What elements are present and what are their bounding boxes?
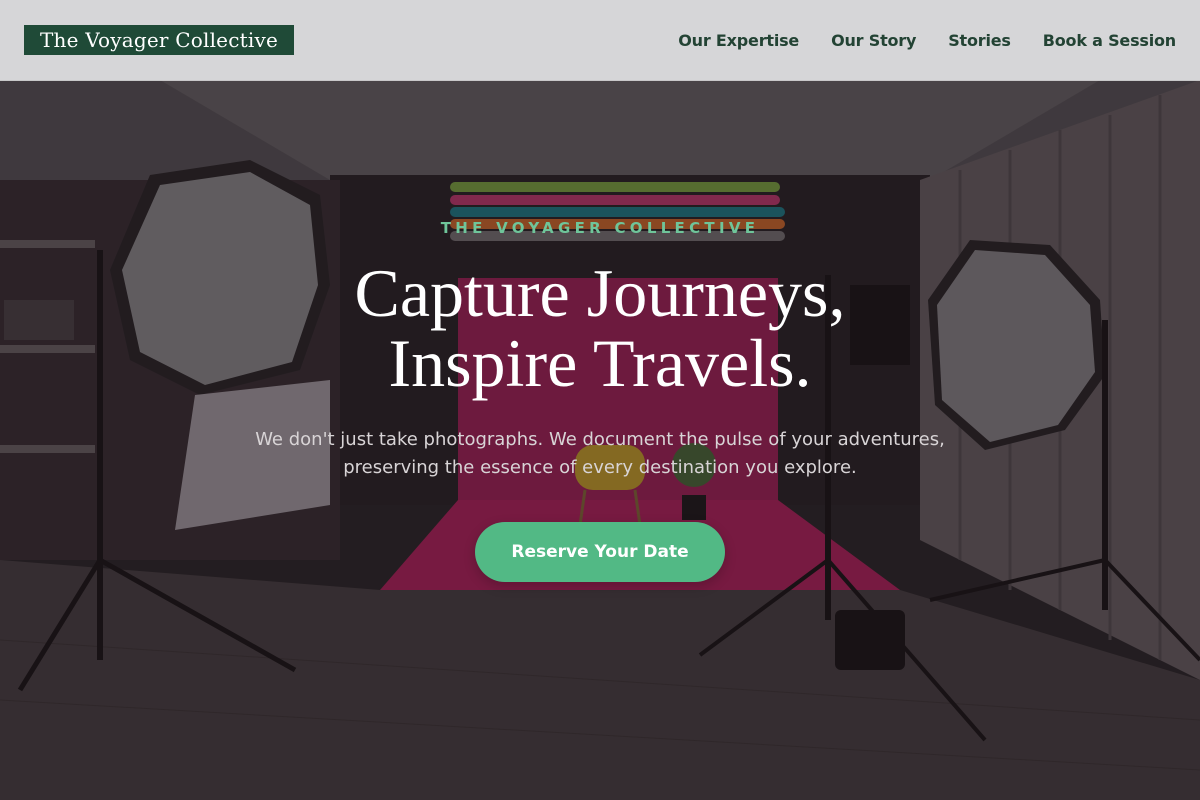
nav-link-book-a-session[interactable]: Book a Session xyxy=(1043,31,1176,50)
main-nav: Our Expertise Our Story Stories Book a S… xyxy=(678,31,1176,50)
nav-link-stories[interactable]: Stories xyxy=(948,31,1011,50)
headline-line-2: Inspire Travels. xyxy=(388,325,812,401)
hero-subtext: We don't just take photographs. We docum… xyxy=(255,429,945,478)
reserve-date-button[interactable]: Reserve Your Date xyxy=(475,522,725,582)
hero-section: THE VOYAGER COLLECTIVE Capture Journeys,… xyxy=(0,0,1200,800)
hero-headline: Capture Journeys, Inspire Travels. xyxy=(0,258,1200,398)
nav-link-our-expertise[interactable]: Our Expertise xyxy=(678,31,799,50)
hero-eyebrow: THE VOYAGER COLLECTIVE xyxy=(440,219,760,237)
site-header: The Voyager Collective Our Expertise Our… xyxy=(0,0,1200,81)
nav-link-our-story[interactable]: Our Story xyxy=(831,31,916,50)
headline-line-1: Capture Journeys, xyxy=(354,255,846,331)
brand-logo[interactable]: The Voyager Collective xyxy=(24,25,294,55)
